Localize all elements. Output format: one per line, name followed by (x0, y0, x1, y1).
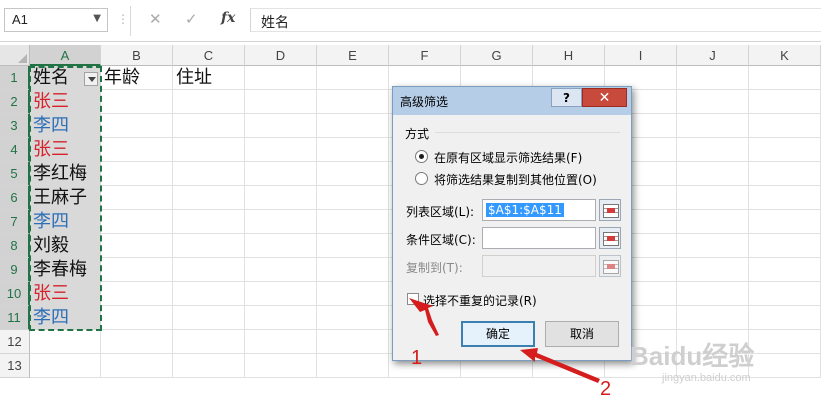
arrow-2-icon (520, 348, 600, 383)
arrow-1-icon (409, 298, 439, 336)
watermark-brand: Baidu经验 (630, 341, 755, 371)
annotation-step-2: 2 (600, 378, 612, 400)
watermark-url: jingyan.baidu.com (662, 372, 751, 384)
annotation-step-1: 1 (411, 347, 423, 369)
